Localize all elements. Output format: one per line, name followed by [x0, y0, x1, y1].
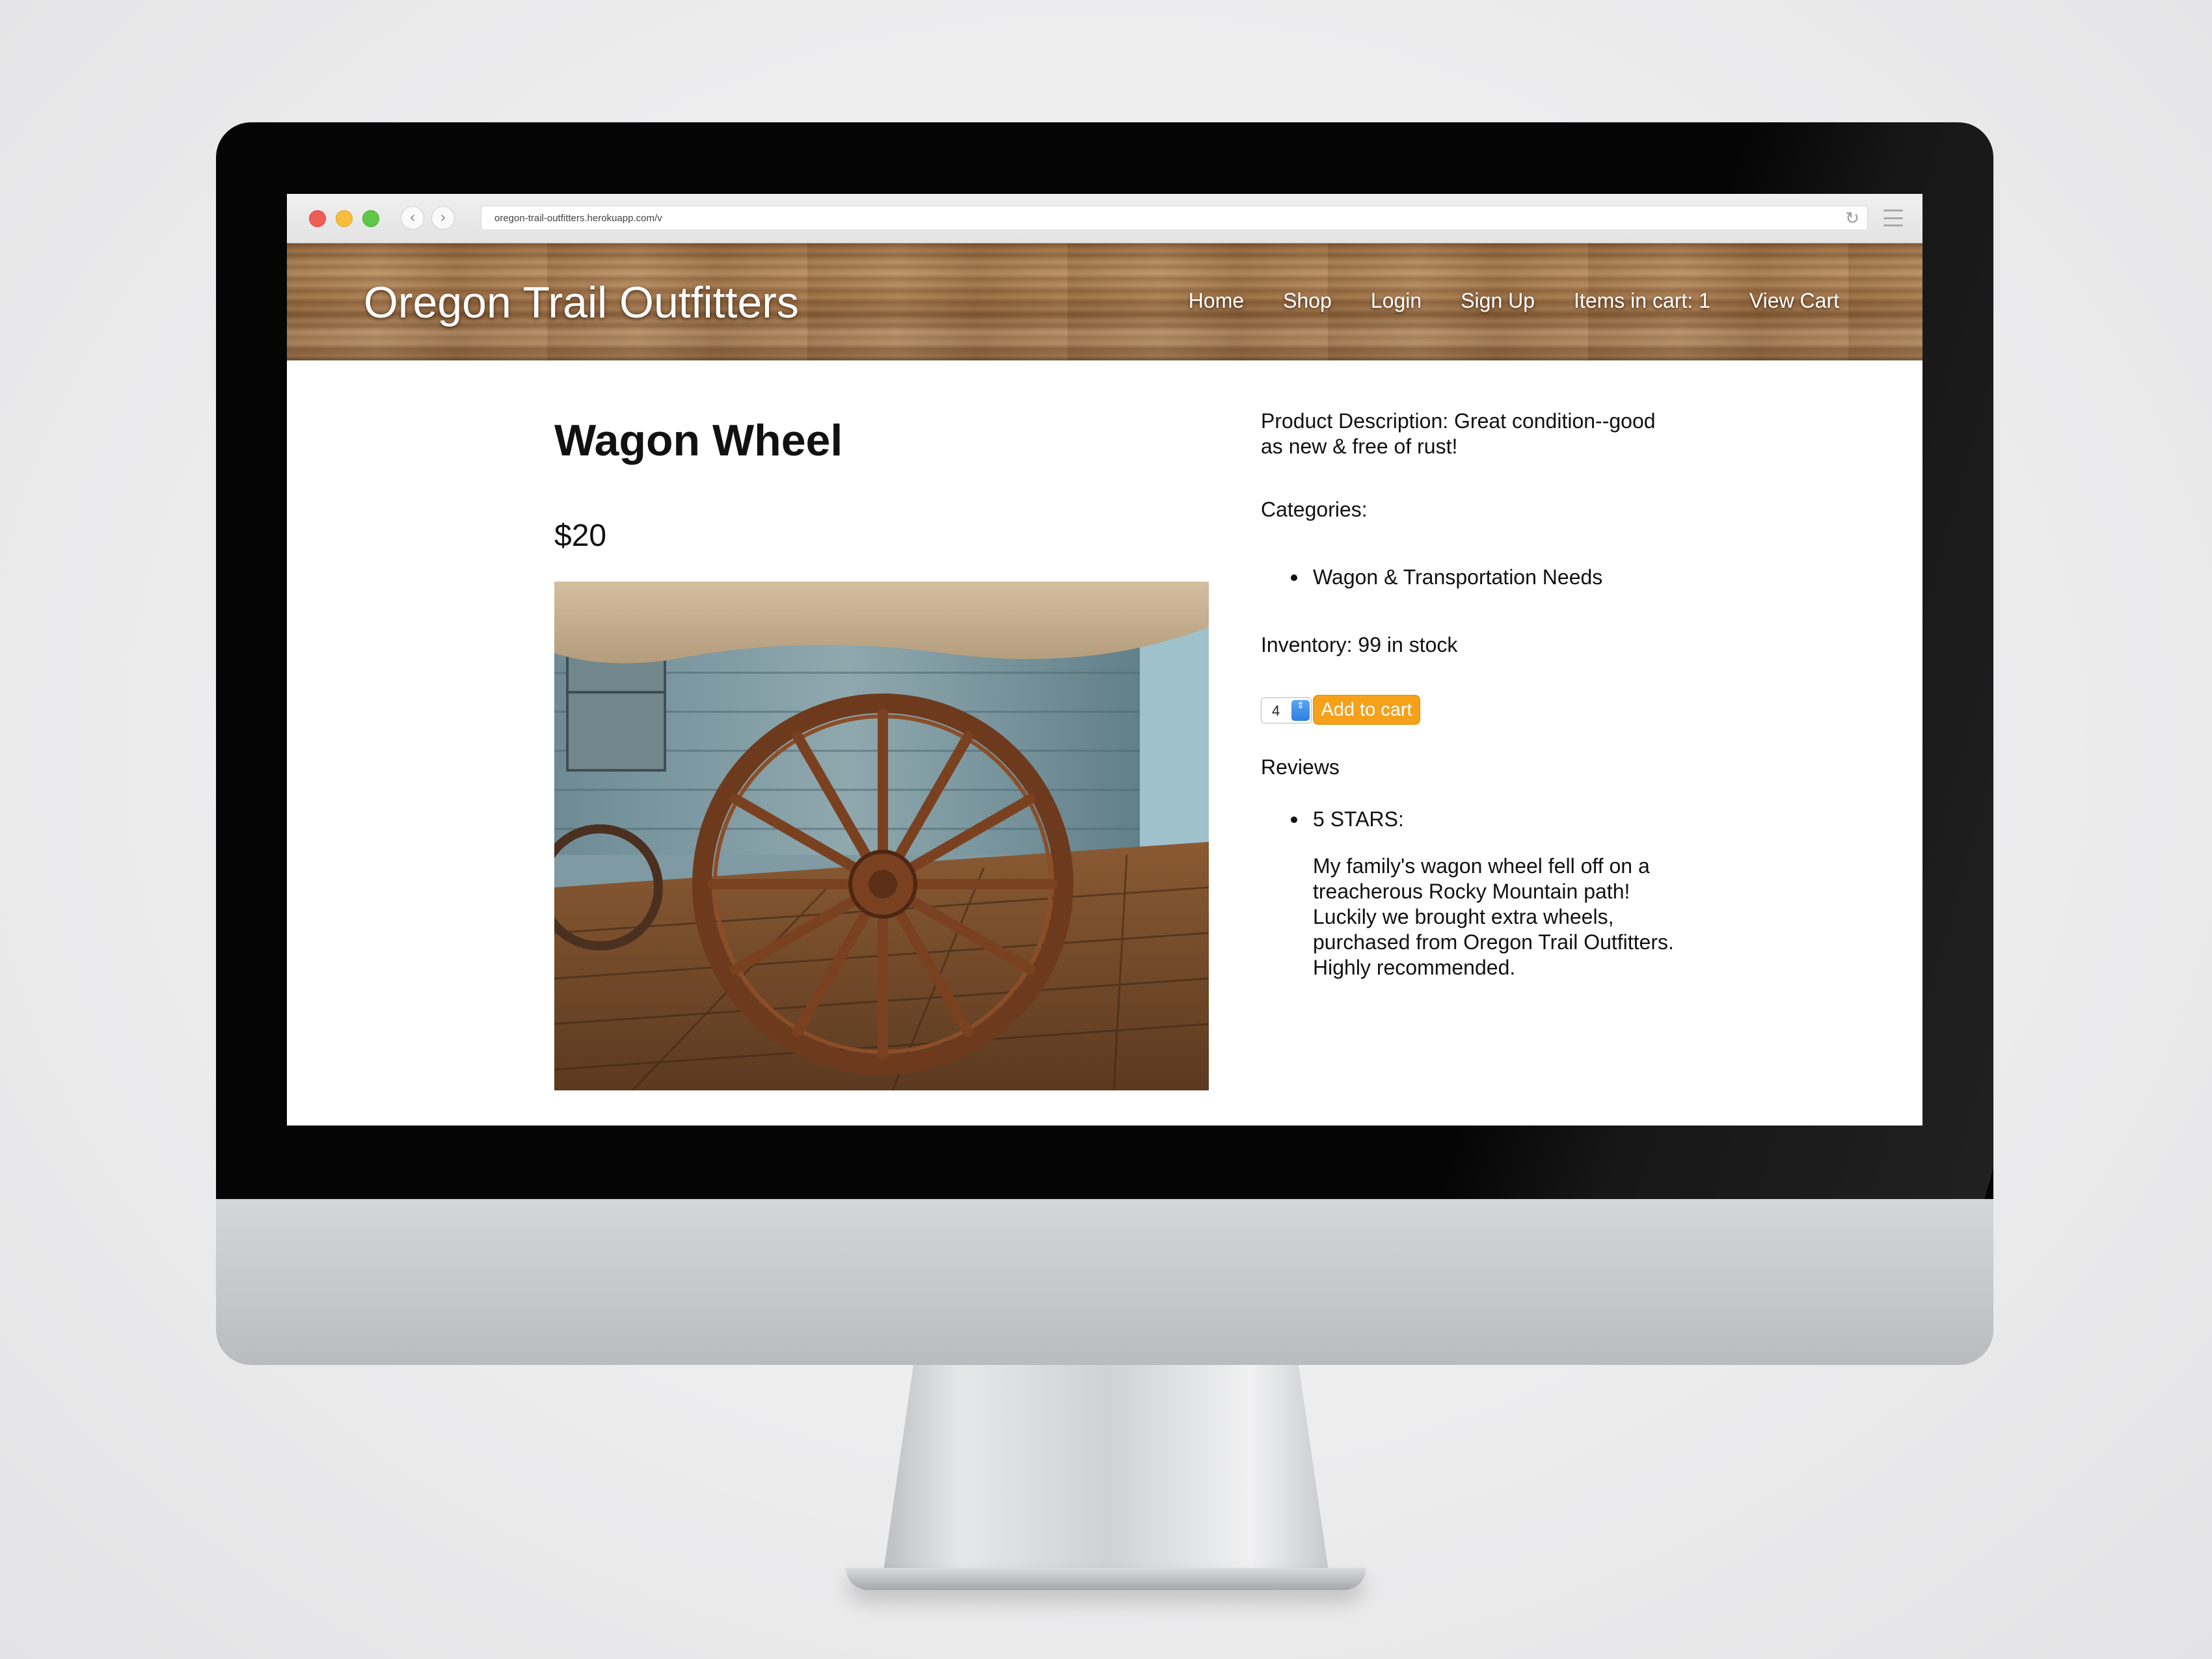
monitor-stand	[882, 1365, 1330, 1580]
nav-home-link[interactable]: Home	[1189, 289, 1244, 313]
add-to-cart-button[interactable]: Add to cart	[1313, 695, 1420, 725]
product-price: $20	[554, 519, 607, 553]
forward-arrow-icon[interactable]: ›	[431, 206, 455, 230]
wagon-wheel-photo	[554, 582, 1209, 1090]
categories-label: Categories:	[1261, 498, 1368, 521]
site-header: Oregon Trail Outfitters Home Shop Login …	[287, 243, 1922, 360]
hamburger-menu-icon[interactable]	[1883, 209, 1903, 226]
quantity-value: 4	[1272, 703, 1280, 719]
reviews-heading: Reviews	[1261, 755, 1340, 779]
nav-shop-link[interactable]: Shop	[1283, 289, 1332, 313]
reload-icon[interactable]: ↻	[1845, 209, 1859, 228]
inventory-status: Inventory: 99 in stock	[1261, 633, 1458, 656]
monitor-stand-base	[846, 1568, 1366, 1590]
browser-window: ‹ › oregon-trail-outfitters.herokuapp.co…	[287, 194, 1922, 1126]
category-item[interactable]: Wagon & Transportation Needs	[1291, 565, 1603, 590]
back-arrow-icon[interactable]: ‹	[401, 206, 424, 230]
nav-login-link[interactable]: Login	[1371, 289, 1422, 313]
review-rating: 5 STARS:	[1291, 807, 1404, 832]
category-item-label: Wagon & Transportation Needs	[1313, 565, 1603, 589]
minimize-window-button[interactable]	[336, 210, 353, 227]
address-bar[interactable]: oregon-trail-outfitters.herokuapp.com/v …	[481, 206, 1868, 230]
desktop-background: ‹ › oregon-trail-outfitters.herokuapp.co…	[0, 0, 2212, 1659]
browser-toolbar: ‹ › oregon-trail-outfitters.herokuapp.co…	[287, 194, 1922, 243]
nav-cart-count-link[interactable]: Items in cart: 1	[1574, 289, 1710, 313]
stepper-arrows-icon[interactable]: ⇕	[1291, 700, 1310, 721]
review-rating-label: 5 STARS:	[1313, 807, 1404, 831]
close-window-button[interactable]	[309, 210, 326, 227]
product-image	[554, 582, 1209, 1090]
monitor-chin	[216, 1199, 1993, 1365]
quantity-stepper[interactable]: 4 ⇕	[1261, 697, 1312, 723]
review-text: My family's wagon wheel fell off on a tr…	[1313, 854, 1674, 979]
site-nav: Home Shop Login Sign Up Items in cart: 1…	[1189, 289, 1839, 313]
nav-view-cart-link[interactable]: View Cart	[1749, 289, 1839, 313]
site-title[interactable]: Oregon Trail Outfitters	[364, 277, 799, 328]
nav-signup-link[interactable]: Sign Up	[1461, 289, 1535, 313]
maximize-window-button[interactable]	[362, 210, 379, 227]
bullet-icon	[1291, 816, 1297, 823]
address-bar-url: oregon-trail-outfitters.herokuapp.com/v	[494, 213, 662, 224]
bullet-icon	[1291, 574, 1297, 581]
product-description: Product Description: Great condition--go…	[1261, 409, 1656, 458]
product-title: Wagon Wheel	[554, 416, 843, 465]
